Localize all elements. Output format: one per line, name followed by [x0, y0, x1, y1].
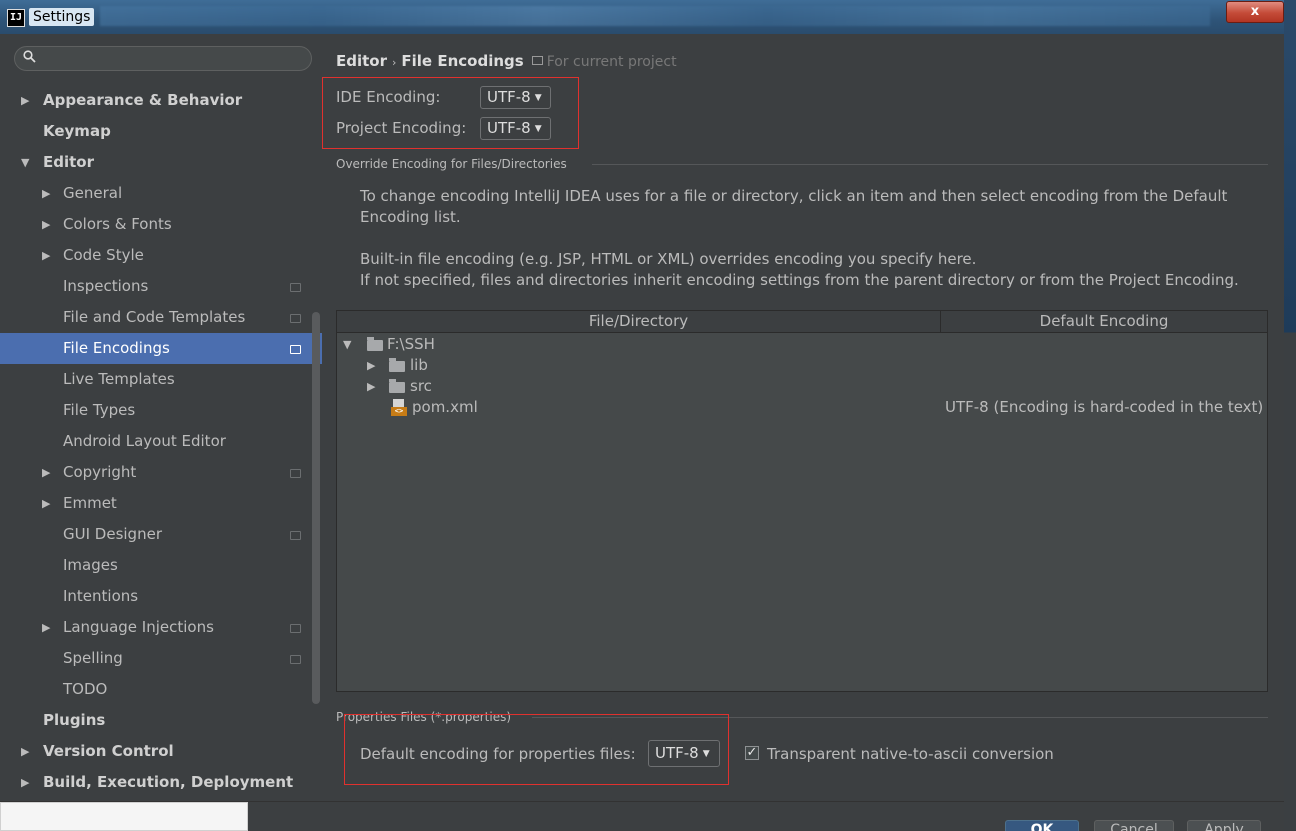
sidebar-item-todo[interactable]: TODO: [0, 674, 322, 705]
expand-arrow-icon[interactable]: ▶: [367, 355, 375, 376]
sidebar-item-general[interactable]: ▶ General: [0, 178, 322, 209]
sidebar-item-intentions[interactable]: Intentions: [0, 581, 322, 612]
group-divider: [592, 164, 1268, 165]
project-encoding-label: Project Encoding:: [336, 119, 467, 137]
override-help-line3: Built-in file encoding (e.g. JSP, HTML o…: [360, 250, 977, 268]
sidebar-item-inspections[interactable]: Inspections: [0, 271, 322, 302]
expand-arrow-icon[interactable]: ▶: [42, 457, 50, 488]
sidebar-item-keymap[interactable]: Keymap: [0, 116, 322, 147]
table-header: File/Directory Default Encoding: [337, 311, 1267, 333]
breadcrumb-separator: ›: [392, 56, 397, 69]
sidebar-item-plugins[interactable]: Plugins: [0, 705, 322, 736]
settings-search-input[interactable]: [14, 46, 312, 71]
window-title: Settings: [29, 8, 95, 26]
sidebar-item-build-execution-deployment[interactable]: ▶ Build, Execution, Deployment: [0, 767, 322, 798]
sidebar-item-copyright[interactable]: ▶ Copyright: [0, 457, 322, 488]
project-scope-icon: [290, 655, 301, 664]
column-header-file-directory[interactable]: File/Directory: [337, 311, 940, 332]
sidebar-item-file-types[interactable]: File Types: [0, 395, 322, 426]
expand-arrow-icon[interactable]: ▶: [42, 209, 50, 240]
ide-encoding-label: IDE Encoding:: [336, 88, 441, 106]
dropdown-caret-icon: ▼: [702, 749, 710, 759]
properties-encoding-label: Default encoding for properties files:: [360, 745, 636, 763]
ok-button[interactable]: OK: [1005, 820, 1079, 831]
sidebar-item-android-layout-editor[interactable]: Android Layout Editor: [0, 426, 322, 457]
project-scope-icon: [290, 314, 301, 323]
close-button[interactable]: x: [1226, 1, 1284, 23]
properties-encoding-combo[interactable]: UTF-8 ▼: [648, 740, 720, 767]
intellij-icon: IJ: [7, 9, 25, 27]
expand-arrow-icon[interactable]: ▶: [21, 767, 29, 798]
sidebar-item-file-encodings[interactable]: File Encodings: [0, 333, 322, 364]
table-row[interactable]: ▼ F:\SSH: [337, 334, 1267, 355]
file-encoding-table[interactable]: File/Directory Default Encoding ▼ F:\SSH…: [336, 310, 1268, 692]
apply-button[interactable]: Apply: [1187, 820, 1261, 831]
column-header-default-encoding[interactable]: Default Encoding: [941, 311, 1267, 332]
sidebar-item-editor[interactable]: ▼ Editor: [0, 147, 322, 178]
expand-arrow-icon[interactable]: ▶: [21, 85, 29, 116]
project-scope-icon: [290, 531, 301, 540]
sidebar-item-gui-designer[interactable]: GUI Designer: [0, 519, 322, 550]
sidebar-item-file-code-templates[interactable]: File and Code Templates: [0, 302, 322, 333]
expand-arrow-icon[interactable]: ▶: [42, 240, 50, 271]
sidebar-item-appearance-behavior[interactable]: ▶ Appearance & Behavior: [0, 85, 322, 116]
breadcrumb-parent: Editor: [336, 52, 387, 70]
file-encodings-panel: Editor › File Encodings For current project…: [322, 34, 1284, 801]
collapse-arrow-icon[interactable]: ▼: [21, 147, 29, 178]
expand-arrow-icon[interactable]: ▶: [367, 376, 375, 397]
project-encoding-combo[interactable]: UTF-8 ▼: [480, 117, 551, 140]
ide-encoding-combo[interactable]: UTF-8 ▼: [480, 86, 551, 109]
sidebar-item-images[interactable]: Images: [0, 550, 322, 581]
project-scope-icon: [531, 56, 543, 65]
expand-arrow-icon[interactable]: ▶: [42, 178, 50, 209]
project-scope-icon: [290, 469, 301, 478]
project-scope-icon: [290, 624, 301, 633]
sidebar-item-live-templates[interactable]: Live Templates: [0, 364, 322, 395]
sidebar-item-language-injections[interactable]: ▶ Language Injections: [0, 612, 322, 643]
native-to-ascii-checkbox[interactable]: ✓: [745, 746, 759, 760]
folder-icon: [389, 358, 405, 372]
sidebar-item-emmet[interactable]: ▶ Emmet: [0, 488, 322, 519]
project-scope-icon: [290, 345, 301, 354]
settings-sidebar: ▶ Appearance & Behavior Keymap ▼ Editor …: [0, 34, 322, 801]
dropdown-caret-icon: ▼: [534, 93, 542, 103]
title-bar: IJ Settings x: [0, 0, 1284, 34]
project-scope-icon: [290, 283, 301, 292]
cancel-button[interactable]: Cancel: [1094, 820, 1174, 831]
sidebar-item-colors-fonts[interactable]: ▶ Colors & Fonts: [0, 209, 322, 240]
xml-file-icon: <>: [391, 399, 407, 416]
overlay-panel: [0, 802, 248, 831]
override-help-line2: Encoding list.: [360, 208, 461, 226]
sidebar-scrollbar[interactable]: [312, 312, 320, 704]
magnifier-icon: [23, 50, 36, 67]
breadcrumb-scope: For current project: [546, 54, 677, 70]
table-row[interactable]: ▶ lib: [337, 355, 1267, 376]
settings-window: IJ Settings x ▶ Appearance & Behavior Ke…: [0, 0, 1284, 831]
sidebar-item-version-control[interactable]: ▶ Version Control: [0, 736, 322, 767]
taskbar-tabs: [100, 6, 1210, 26]
table-row[interactable]: ▶ src: [337, 376, 1267, 397]
desktop-background: [1284, 0, 1296, 831]
breadcrumb-current: File Encodings: [401, 52, 524, 70]
expand-arrow-icon[interactable]: ▶: [42, 612, 50, 643]
breadcrumb: Editor › File Encodings For current project: [336, 52, 677, 70]
dropdown-caret-icon: ▼: [534, 124, 542, 134]
override-help-line4: If not specified, files and directories …: [360, 271, 1239, 289]
expand-arrow-icon[interactable]: ▶: [21, 736, 29, 767]
override-help-line1: To change encoding IntelliJ IDEA uses fo…: [360, 187, 1228, 205]
sidebar-item-spelling[interactable]: Spelling: [0, 643, 322, 674]
table-row[interactable]: <> pom.xml UTF-8 (Encoding is hard-coded…: [337, 397, 1267, 418]
override-group-title: Override Encoding for Files/Directories: [336, 157, 567, 171]
folder-icon: [389, 379, 405, 393]
folder-icon: [367, 337, 383, 351]
native-to-ascii-label[interactable]: Transparent native-to-ascii conversion: [767, 745, 1054, 763]
collapse-arrow-icon[interactable]: ▼: [343, 334, 351, 355]
sidebar-item-code-style[interactable]: ▶ Code Style: [0, 240, 322, 271]
expand-arrow-icon[interactable]: ▶: [42, 488, 50, 519]
